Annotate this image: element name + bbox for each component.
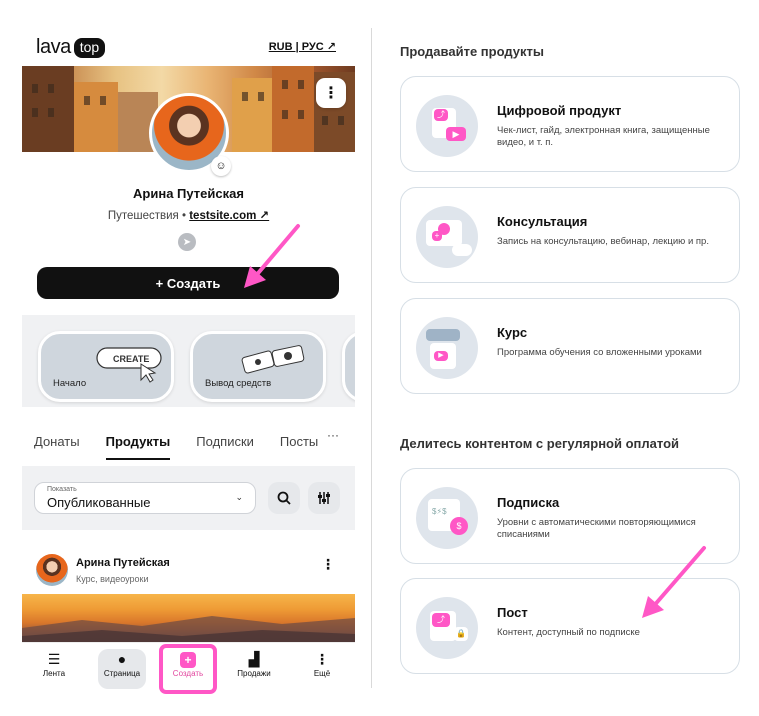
product-post-header: Арина Путейская Курс, видеоуроки ⋮ <box>22 548 355 592</box>
filter-settings-button[interactable] <box>308 482 340 514</box>
card-post[interactable]: ⤴ 🔒 Пост Контент, доступный по подписке <box>400 578 740 674</box>
quick-cards-strip: CREATE Начало Вывод средств <box>22 315 355 407</box>
tab-posts[interactable]: Посты <box>280 427 318 457</box>
chevron-down-icon: ⌄ <box>235 492 243 502</box>
separator-dot: • <box>181 210 187 222</box>
card-course[interactable]: ▶ Курс Программа обучения со вложенными … <box>400 298 740 394</box>
logo-badge: top <box>73 37 106 58</box>
nav-feed[interactable]: ☰ Лента <box>30 649 78 689</box>
status-select[interactable]: Показать Опубликованные ⌄ <box>34 482 256 514</box>
nav-more[interactable]: ⋮ Ещё <box>298 649 346 689</box>
card-title: Подписка <box>497 495 560 510</box>
person-icon: ● <box>117 651 127 667</box>
telegram-icon[interactable]: ➤ <box>178 233 196 251</box>
card-digital-product[interactable]: ⤴ ▶ Цифровой продукт Чек-лист, гайд, эле… <box>400 76 740 172</box>
cover-more-button[interactable]: ⋮ <box>316 78 346 108</box>
post-icon: ⤴ 🔒 <box>416 597 478 659</box>
card-title: Консультация <box>497 214 588 229</box>
subscription-icon: $⚡$ $ <box>416 487 478 549</box>
nav-label: Продажи <box>237 669 271 678</box>
logo-text: lava <box>36 36 71 58</box>
create-illustration-icon: CREATE <box>96 347 162 383</box>
nav-label: Страница <box>103 669 141 678</box>
nav-sales[interactable]: ▟ Продажи <box>230 649 278 689</box>
profile-name: Арина Путейская <box>133 186 244 201</box>
nav-page[interactable]: ● Страница <box>98 649 146 689</box>
create-button[interactable]: + Создать <box>37 267 339 299</box>
svg-text:CREATE: CREATE <box>113 354 149 364</box>
tab-products[interactable]: Продукты <box>105 427 170 460</box>
card-title: Курс <box>497 325 528 340</box>
profile-subline: Путешествия • testsite.com ↗ <box>22 208 355 222</box>
bars-icon: ▟ <box>248 651 260 667</box>
sliders-icon <box>318 492 330 504</box>
plus-square-icon: + <box>164 649 212 669</box>
card-description: Запись на консультацию, вебинар, лекцию … <box>497 236 709 247</box>
section-title-sell: Продавайте продукты <box>400 44 544 59</box>
card-description: Чек-лист, гайд, электронная книга, защищ… <box>497 125 710 148</box>
tab-donations[interactable]: Донаты <box>34 427 80 457</box>
search-button[interactable] <box>268 482 300 514</box>
consultation-icon: + <box>416 206 478 268</box>
course-icon: ▶ <box>416 317 478 379</box>
profile-category: Путешествия <box>107 210 179 222</box>
section-title-recurring: Делитесь контентом с регулярной оплатой <box>400 436 680 451</box>
search-icon <box>277 491 291 505</box>
card-subscription[interactable]: $⚡$ $ Подписка Уровни с автоматическими … <box>400 468 740 564</box>
edit-avatar-icon[interactable]: ☺ <box>211 156 231 176</box>
post-author: Арина Путейская <box>76 557 170 569</box>
product-cover-image <box>22 594 355 646</box>
digital-product-icon: ⤴ ▶ <box>416 95 478 157</box>
nav-create[interactable]: + Создать <box>159 644 217 694</box>
panel-divider <box>371 28 372 688</box>
card-title: Пост <box>497 605 528 620</box>
card-description: Контент, доступный по подписке <box>497 627 640 638</box>
tab-subscriptions[interactable]: Подписки <box>196 427 254 457</box>
profile-site-link[interactable]: testsite.com ↗ <box>189 210 269 222</box>
nav-label: Создать <box>172 669 204 678</box>
content-tabs: Донаты Продукты Подписки Посты ··· <box>22 420 355 464</box>
feed-icon: ☰ <box>47 651 61 667</box>
mobile-preview-panel: lava top RUB | РУС ↗ ⋮ ☺ Арина Путейская… <box>0 0 372 716</box>
nav-label: Ещё <box>313 669 331 678</box>
post-more-button[interactable]: ⋮ <box>321 556 335 573</box>
dots-icon: ⋮ <box>315 651 329 667</box>
logo[interactable]: lava top <box>36 36 106 59</box>
quick-card-withdraw[interactable]: Вывод средств <box>190 331 326 402</box>
tabs-more-button[interactable]: ··· <box>327 428 339 442</box>
select-caption: Показать <box>47 486 77 493</box>
select-value: Опубликованные <box>47 495 151 510</box>
filter-bar: Показать Опубликованные ⌄ <box>22 466 355 530</box>
quick-card-label: Начало <box>53 378 87 389</box>
top-bar: lava top RUB | РУС ↗ <box>22 36 338 60</box>
card-consultation[interactable]: + Консультация Запись на консультацию, в… <box>400 187 740 283</box>
card-description: Уровни с автоматическими повторяющимися … <box>497 517 696 540</box>
nav-label: Лента <box>42 669 66 678</box>
card-description: Программа обучения со вложенными уроками <box>497 347 702 358</box>
avatar <box>36 554 68 586</box>
currency-language-switch[interactable]: RUB | РУС ↗ <box>269 40 336 53</box>
post-type: Курс, видеоуроки <box>76 574 149 584</box>
quick-card-next[interactable] <box>342 331 355 402</box>
quick-card-label: Вывод средств <box>205 378 272 389</box>
quick-card-start[interactable]: CREATE Начало <box>38 331 174 402</box>
card-title: Цифровой продукт <box>497 103 622 118</box>
bottom-navigation: ☰ Лента ● Страница + Создать ▟ Продажи ⋮… <box>22 642 355 694</box>
